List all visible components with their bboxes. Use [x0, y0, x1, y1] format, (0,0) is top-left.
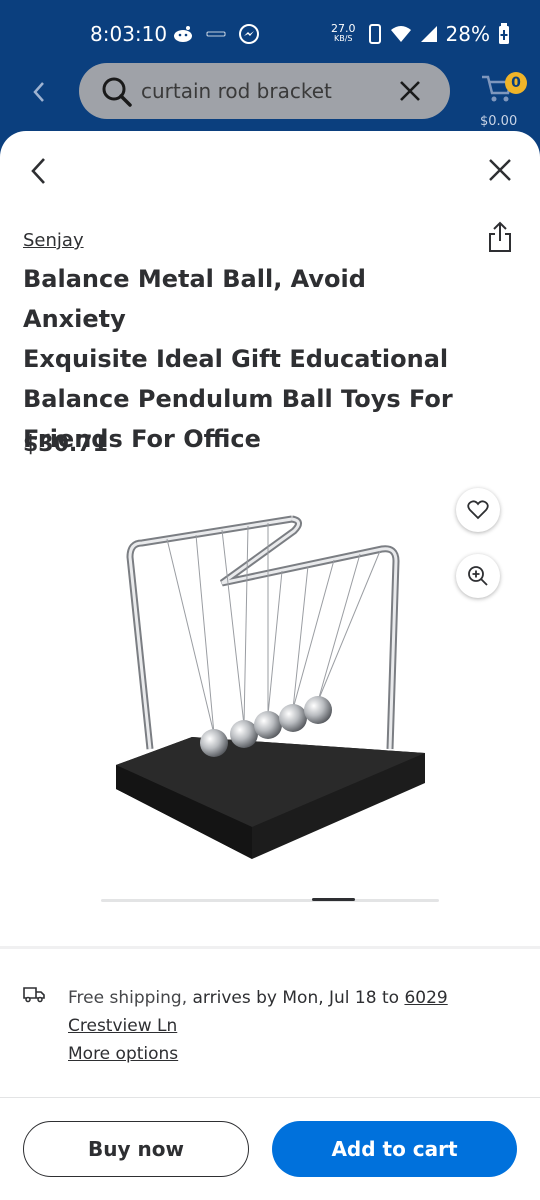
status-time: 8:03:10 [90, 22, 168, 46]
notification-icons [172, 23, 260, 45]
section-divider [0, 946, 540, 949]
carousel-active-segment [312, 898, 355, 901]
cart-count-badge: 0 [505, 72, 527, 94]
search-bar[interactable]: curtain rod bracket [79, 63, 450, 119]
shipping-info: Free shipping, arrives by Mon, Jul 18 to… [68, 984, 508, 1040]
add-to-cart-button[interactable]: Add to cart [272, 1121, 517, 1177]
share-icon[interactable] [487, 221, 513, 253]
network-speed: 27.0 KB/S [331, 22, 356, 44]
search-icon [102, 77, 132, 107]
wifi-icon [390, 26, 411, 42]
network-speed-value: 27.0 [331, 22, 356, 35]
search-row: curtain rod bracket [0, 63, 540, 121]
zoom-button[interactable] [456, 554, 500, 598]
image-carousel-indicator [101, 898, 439, 902]
cart-total: $0.00 [480, 114, 518, 129]
bottom-divider [0, 1097, 540, 1098]
close-icon[interactable] [487, 157, 513, 183]
battery-percent: 28% [445, 22, 490, 46]
buy-now-button[interactable]: Buy now [23, 1121, 249, 1177]
signal-icon [420, 26, 437, 42]
product-title: Balance Metal Ball, Avoid Anxiety Exquis… [23, 265, 453, 453]
reddit-icon [174, 26, 192, 42]
truck-icon [23, 987, 45, 1003]
phone-icon [368, 24, 381, 44]
network-speed-unit: KB/S [333, 34, 353, 43]
wyze-icon [206, 31, 226, 37]
battery-icon [499, 23, 509, 44]
search-query[interactable]: curtain rod bracket [141, 79, 332, 103]
zoom-in-icon [468, 566, 488, 586]
brand-link[interactable]: Senjay [23, 230, 84, 251]
shipping-arrival: arrives by Mon, Jul 18 to [187, 988, 405, 1008]
system-icons: 28% [368, 22, 510, 46]
favorite-button[interactable] [456, 488, 500, 532]
messenger-icon [239, 24, 259, 44]
product-price: $30.71 [23, 432, 108, 457]
product-sheet: Senjay Balance Metal Ball, Avoid Anxiety… [0, 131, 540, 1200]
heart-icon [467, 500, 489, 520]
clear-search-icon[interactable] [398, 79, 422, 103]
back-arrow-icon[interactable] [28, 79, 50, 105]
product-image[interactable] [72, 487, 468, 883]
more-options-link[interactable]: More options [68, 1044, 178, 1064]
status-bar: 8:03:10 27.0 KB/S 28% [0, 20, 540, 50]
shipping-label: Free shipping, [68, 988, 188, 1008]
back-icon[interactable] [28, 156, 50, 186]
